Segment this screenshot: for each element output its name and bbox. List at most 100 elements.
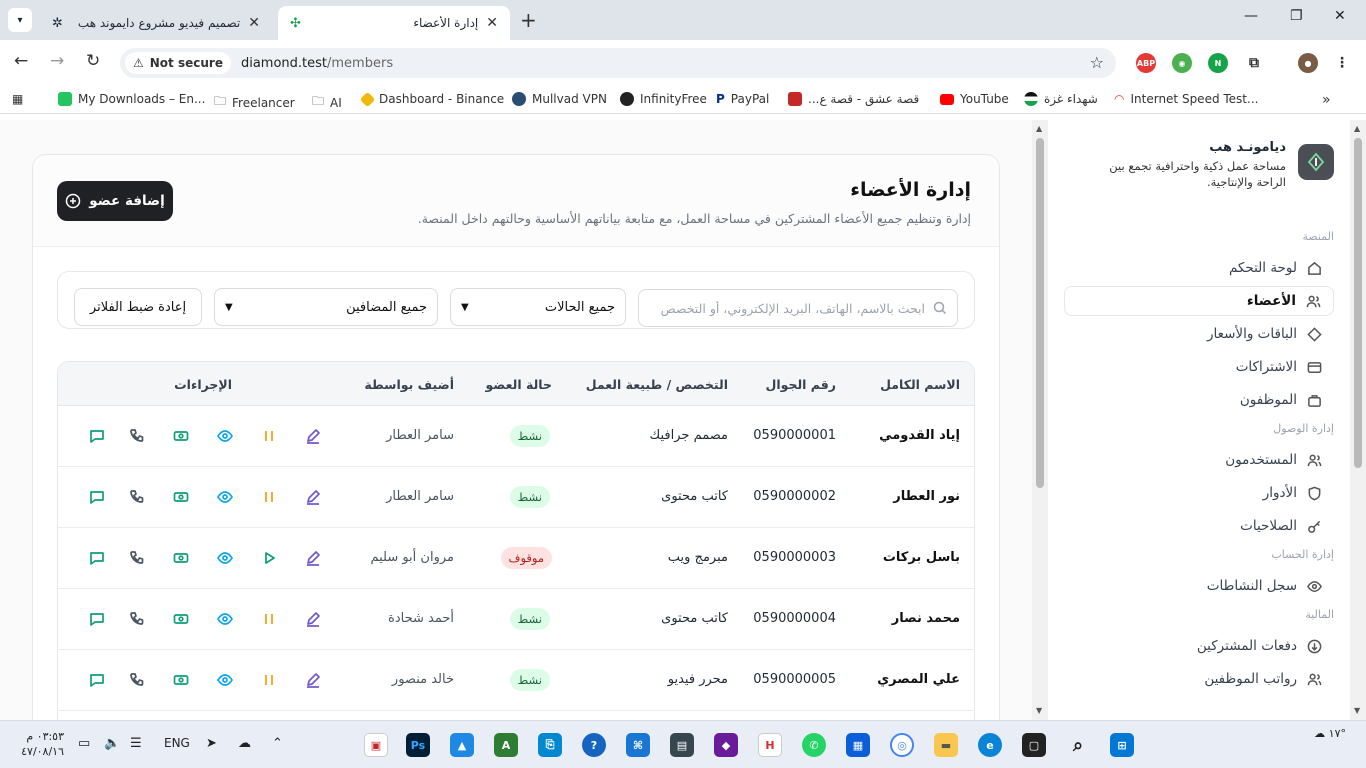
address-bar[interactable]: ⚠ Not secure diamond.test/members ☆ bbox=[120, 48, 1116, 78]
sidebar-item-member-payments[interactable]: دفعات المشتركين bbox=[1064, 631, 1334, 661]
back-icon[interactable]: ← bbox=[14, 51, 28, 71]
bookmark-item[interactable]: My Downloads – En... bbox=[58, 92, 205, 106]
app-icon[interactable]: H bbox=[758, 733, 782, 757]
security-indicator[interactable]: ⚠ Not secure bbox=[125, 52, 231, 74]
edit-button[interactable] bbox=[304, 610, 322, 628]
bookmark-item[interactable]: شهداء غزة bbox=[1024, 92, 1098, 106]
file-explorer-icon[interactable]: ▬ bbox=[934, 733, 958, 757]
bookmark-item[interactable]: قصة عشق - قصة ع... bbox=[788, 92, 919, 106]
app-icon[interactable]: ◆ bbox=[714, 733, 738, 757]
browser-tab-active[interactable]: ✣ إدارة الأعضاء ✕ bbox=[278, 6, 510, 40]
apps-grid-icon[interactable]: ▦ bbox=[12, 92, 23, 106]
payment-button[interactable] bbox=[172, 549, 190, 567]
eye-button[interactable] bbox=[216, 610, 234, 628]
app-icon[interactable]: A bbox=[494, 733, 518, 757]
bookmarks-overflow-icon[interactable]: » bbox=[1322, 92, 1331, 108]
cloud-icon[interactable]: ☁ bbox=[238, 736, 251, 751]
scrollbar-thumb[interactable] bbox=[1354, 138, 1362, 468]
search-input[interactable] bbox=[649, 300, 925, 316]
weather-widget[interactable]: ☁ ١٧° bbox=[1314, 727, 1346, 740]
eye-button[interactable] bbox=[216, 549, 234, 567]
search-icon[interactable]: ⌕ bbox=[1066, 733, 1090, 757]
tab-close-icon[interactable]: ✕ bbox=[248, 15, 260, 31]
browser-tab-inactive[interactable]: ✲ تصميم فيديو مشروع دايموند هب ✕ bbox=[40, 6, 272, 40]
sidebar-item-members[interactable]: الأعضاء bbox=[1064, 286, 1334, 316]
eye-button[interactable] bbox=[216, 671, 234, 689]
bookmark-item[interactable]: ◠ Internet Speed Test... bbox=[1114, 92, 1258, 106]
extension-globe-icon[interactable]: ◉ bbox=[1172, 53, 1192, 73]
help-icon[interactable]: ? bbox=[582, 733, 606, 757]
sidebar-item-employee-salaries[interactable]: رواتب الموظفين bbox=[1064, 664, 1334, 694]
message-button[interactable] bbox=[88, 671, 106, 689]
tab-close-icon[interactable]: ✕ bbox=[486, 15, 498, 31]
sidebar-item-dashboard[interactable]: لوحة التحكم bbox=[1064, 253, 1334, 283]
minimize-icon[interactable]: — bbox=[1244, 8, 1258, 24]
sidebar-scrollbar[interactable]: ▲ ▼ bbox=[1350, 120, 1366, 720]
extension-n-icon[interactable]: N bbox=[1208, 53, 1228, 73]
browser-menu-icon[interactable]: ⋮ bbox=[1332, 53, 1352, 73]
reload-icon[interactable]: ↻ bbox=[86, 51, 100, 71]
gallery-icon[interactable]: ▲ bbox=[450, 733, 474, 757]
eye-button[interactable] bbox=[216, 427, 234, 445]
pause-button[interactable] bbox=[260, 671, 278, 689]
edit-button[interactable] bbox=[304, 427, 322, 445]
wifi-icon[interactable]: ☰ bbox=[130, 736, 142, 751]
sidebar-item-subscriptions[interactable]: الاشتراكات bbox=[1064, 352, 1334, 382]
payment-button[interactable] bbox=[172, 427, 190, 445]
sidebar-item-activity-log[interactable]: سجل النشاطات bbox=[1064, 571, 1334, 601]
status-select[interactable]: جميع الحالات ▼ bbox=[450, 288, 626, 326]
edit-button[interactable] bbox=[304, 671, 322, 689]
main-scrollbar[interactable]: ▲ ▼ bbox=[1032, 120, 1048, 720]
new-tab-icon[interactable]: + bbox=[520, 8, 537, 32]
sidebar-item-employees[interactable]: الموظفون bbox=[1064, 385, 1334, 415]
forward-icon[interactable]: → bbox=[50, 51, 64, 71]
bookmark-item[interactable]: P PayPal bbox=[716, 92, 769, 106]
scrollbar-thumb[interactable] bbox=[1036, 138, 1044, 488]
phone-button[interactable] bbox=[128, 488, 146, 506]
reset-filters-button[interactable]: إعادة ضبط الفلاتر bbox=[74, 288, 202, 326]
phone-button[interactable] bbox=[128, 671, 146, 689]
battery-icon[interactable]: ▭ bbox=[78, 736, 90, 751]
photoshop-icon[interactable]: Ps bbox=[406, 733, 430, 757]
send-icon[interactable]: ➤ bbox=[206, 736, 217, 751]
profile-avatar[interactable]: ● bbox=[1298, 53, 1318, 73]
phone-button[interactable] bbox=[128, 610, 146, 628]
task-view-icon[interactable]: ▢ bbox=[1022, 733, 1046, 757]
bookmark-item[interactable]: Dashboard - Binance bbox=[359, 91, 504, 107]
message-button[interactable] bbox=[88, 549, 106, 567]
close-window-icon[interactable]: ✕ bbox=[1334, 8, 1346, 24]
play-button[interactable] bbox=[260, 549, 278, 567]
sidebar-item-roles[interactable]: الأدوار bbox=[1064, 478, 1334, 508]
taskbar-clock[interactable]: ٠٣:٥٣ م ٤٧/٠٨/١٦ bbox=[14, 729, 64, 759]
pause-button[interactable] bbox=[260, 427, 278, 445]
scroll-up-icon[interactable]: ▲ bbox=[1354, 124, 1360, 133]
app-icon[interactable]: ⌘ bbox=[626, 733, 650, 757]
message-button[interactable] bbox=[88, 427, 106, 445]
edge-icon[interactable]: e bbox=[978, 733, 1002, 757]
eye-button[interactable] bbox=[216, 488, 234, 506]
sidebar-item-plans[interactable]: الباقات والأسعار bbox=[1064, 319, 1334, 349]
message-button[interactable] bbox=[88, 610, 106, 628]
phone-button[interactable] bbox=[128, 427, 146, 445]
language-indicator[interactable]: ENG bbox=[164, 736, 190, 750]
tray-overflow-icon[interactable]: ⌃ bbox=[272, 736, 283, 751]
edit-button[interactable] bbox=[304, 549, 322, 567]
pause-button[interactable] bbox=[260, 488, 278, 506]
sidebar-item-users[interactable]: المستخدمون bbox=[1064, 445, 1334, 475]
volume-icon[interactable]: 🔈 bbox=[104, 736, 120, 751]
app-icon[interactable]: ▤ bbox=[670, 733, 694, 757]
search-field[interactable] bbox=[638, 289, 958, 327]
payment-button[interactable] bbox=[172, 610, 190, 628]
bookmark-item[interactable]: Mullvad VPN bbox=[512, 92, 607, 106]
bookmark-item[interactable]: YouTube bbox=[940, 92, 1009, 106]
add-member-button[interactable]: إضافة عضو bbox=[57, 181, 173, 221]
store-icon[interactable]: ▦ bbox=[846, 733, 870, 757]
bookmark-folder[interactable]: 🗀 Freelancer bbox=[214, 92, 295, 113]
bookmark-star-icon[interactable]: ☆ bbox=[1090, 53, 1104, 72]
extensions-puzzle-icon[interactable]: ⧉ bbox=[1244, 53, 1264, 73]
phone-button[interactable] bbox=[128, 549, 146, 567]
scroll-up-icon[interactable]: ▲ bbox=[1036, 124, 1042, 133]
message-button[interactable] bbox=[88, 488, 106, 506]
sidebar-item-permissions[interactable]: الصلاحيات bbox=[1064, 511, 1334, 541]
scroll-down-icon[interactable]: ▼ bbox=[1036, 706, 1042, 715]
